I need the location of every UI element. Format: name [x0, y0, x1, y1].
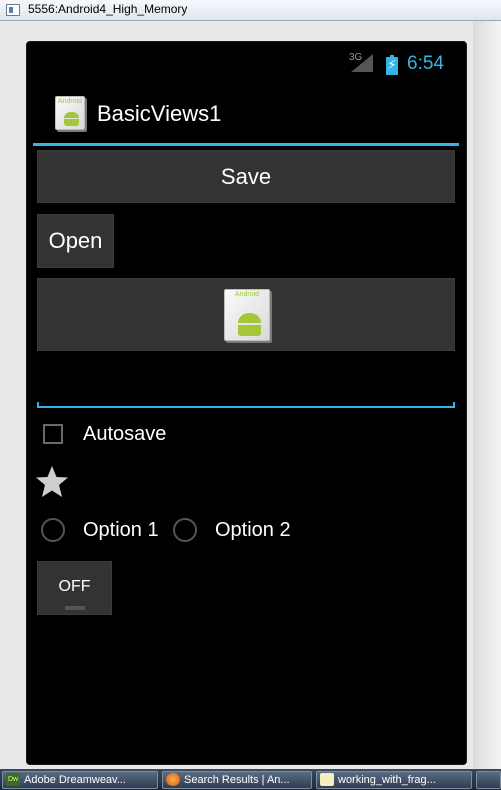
window-titlebar: 5556:Android4_High_Memory [0, 0, 501, 21]
taskbar: Dw Adobe Dreamweav... Search Results | An… [0, 769, 501, 790]
open-button[interactable]: Open [37, 214, 114, 268]
toggle-label: OFF [58, 578, 91, 595]
taskbar-item-label: Search Results | An... [184, 774, 290, 786]
firefox-icon [166, 773, 180, 786]
document-icon [320, 773, 334, 786]
autosave-checkbox[interactable] [43, 424, 63, 444]
window-title: 5556:Android4_High_Memory [28, 2, 188, 16]
icon-tag: Android [57, 98, 83, 105]
text-input[interactable] [37, 362, 455, 406]
android-image-icon: Android [224, 289, 270, 341]
status-clock: 6:54 [407, 53, 444, 74]
status-bar: 3G ⚡ 6:54 [27, 42, 466, 82]
toggle-button[interactable]: OFF [37, 561, 112, 615]
option-1-label: Option 1 [83, 519, 159, 541]
star-icon[interactable] [35, 465, 69, 499]
taskbar-item-document[interactable]: working_with_frag... [316, 771, 472, 789]
option-2-radio[interactable] [173, 518, 197, 542]
app-title: BasicViews1 [97, 101, 222, 126]
dreamweaver-icon: Dw [6, 773, 20, 786]
option-2-label: Option 2 [215, 519, 291, 541]
battery-charging-icon: ⚡ [386, 55, 398, 75]
emulator-frame-side [473, 21, 501, 769]
device-screen: 3G ⚡ 6:54 Android BasicViews1 Save Open … [26, 41, 467, 765]
signal-3g-icon: 3G [349, 52, 373, 74]
emulator-window-icon [6, 4, 20, 16]
image-icon-tag: Android [234, 291, 260, 298]
taskbar-item-dreamweaver[interactable]: Dw Adobe Dreamweav... [2, 771, 158, 789]
autosave-label: Autosave [83, 423, 167, 445]
toggle-indicator [65, 606, 85, 610]
image-button[interactable]: Android [37, 278, 455, 351]
action-bar: Android BasicViews1 [27, 82, 466, 142]
taskbar-item-label: Adobe Dreamweav... [24, 774, 126, 786]
taskbar-item-label: working_with_frag... [338, 774, 436, 786]
save-button[interactable]: Save [37, 150, 455, 203]
taskbar-item-search[interactable]: Search Results | An... [162, 771, 312, 789]
taskbar-item-overflow[interactable] [476, 771, 501, 789]
android-app-icon[interactable]: Android [55, 96, 85, 130]
actionbar-divider [33, 143, 459, 146]
option-1-radio[interactable] [41, 518, 65, 542]
edit-text-field[interactable] [37, 362, 455, 408]
